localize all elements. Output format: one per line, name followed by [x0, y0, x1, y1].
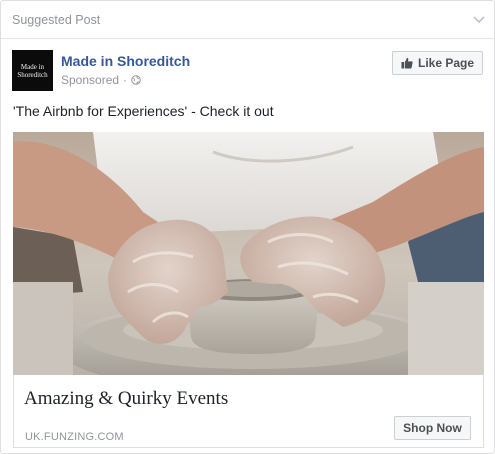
link-domain: UK.FUNZING.COM: [25, 431, 124, 443]
page-logo[interactable]: Made in Shoreditch: [12, 50, 53, 91]
like-page-label: Like Page: [417, 56, 475, 70]
suggested-post-card: Suggested Post Made in Shoreditch Made i…: [0, 0, 495, 454]
pottery-illustration: [13, 132, 484, 375]
like-page-button[interactable]: Like Page: [392, 51, 483, 75]
sponsored-label[interactable]: Sponsored: [61, 73, 119, 87]
chevron-down-icon[interactable]: [472, 14, 486, 24]
card-header: Suggested Post: [1, 1, 494, 39]
thumbs-up-icon: [401, 57, 413, 69]
ad-image-pottery[interactable]: [13, 132, 484, 375]
suggested-post-label: Suggested Post: [12, 13, 101, 27]
logo-text-line2: Shoreditch: [17, 70, 48, 79]
shop-now-label: Shop Now: [403, 421, 462, 435]
page-name-link[interactable]: Made in Shoreditch: [61, 53, 190, 69]
shop-now-button[interactable]: Shop Now: [394, 416, 471, 440]
link-preview[interactable]: Amazing & Quirky Events UK.FUNZING.COM S…: [13, 375, 484, 448]
separator-dot: ·: [123, 73, 128, 87]
post-text: 'The Airbnb for Experiences' - Check it …: [13, 103, 274, 119]
globe-icon: [131, 75, 141, 85]
logo-text-line1: Made in: [20, 62, 45, 71]
sponsored-row: Sponsored ·: [61, 73, 141, 87]
link-headline[interactable]: Amazing & Quirky Events: [24, 388, 228, 410]
